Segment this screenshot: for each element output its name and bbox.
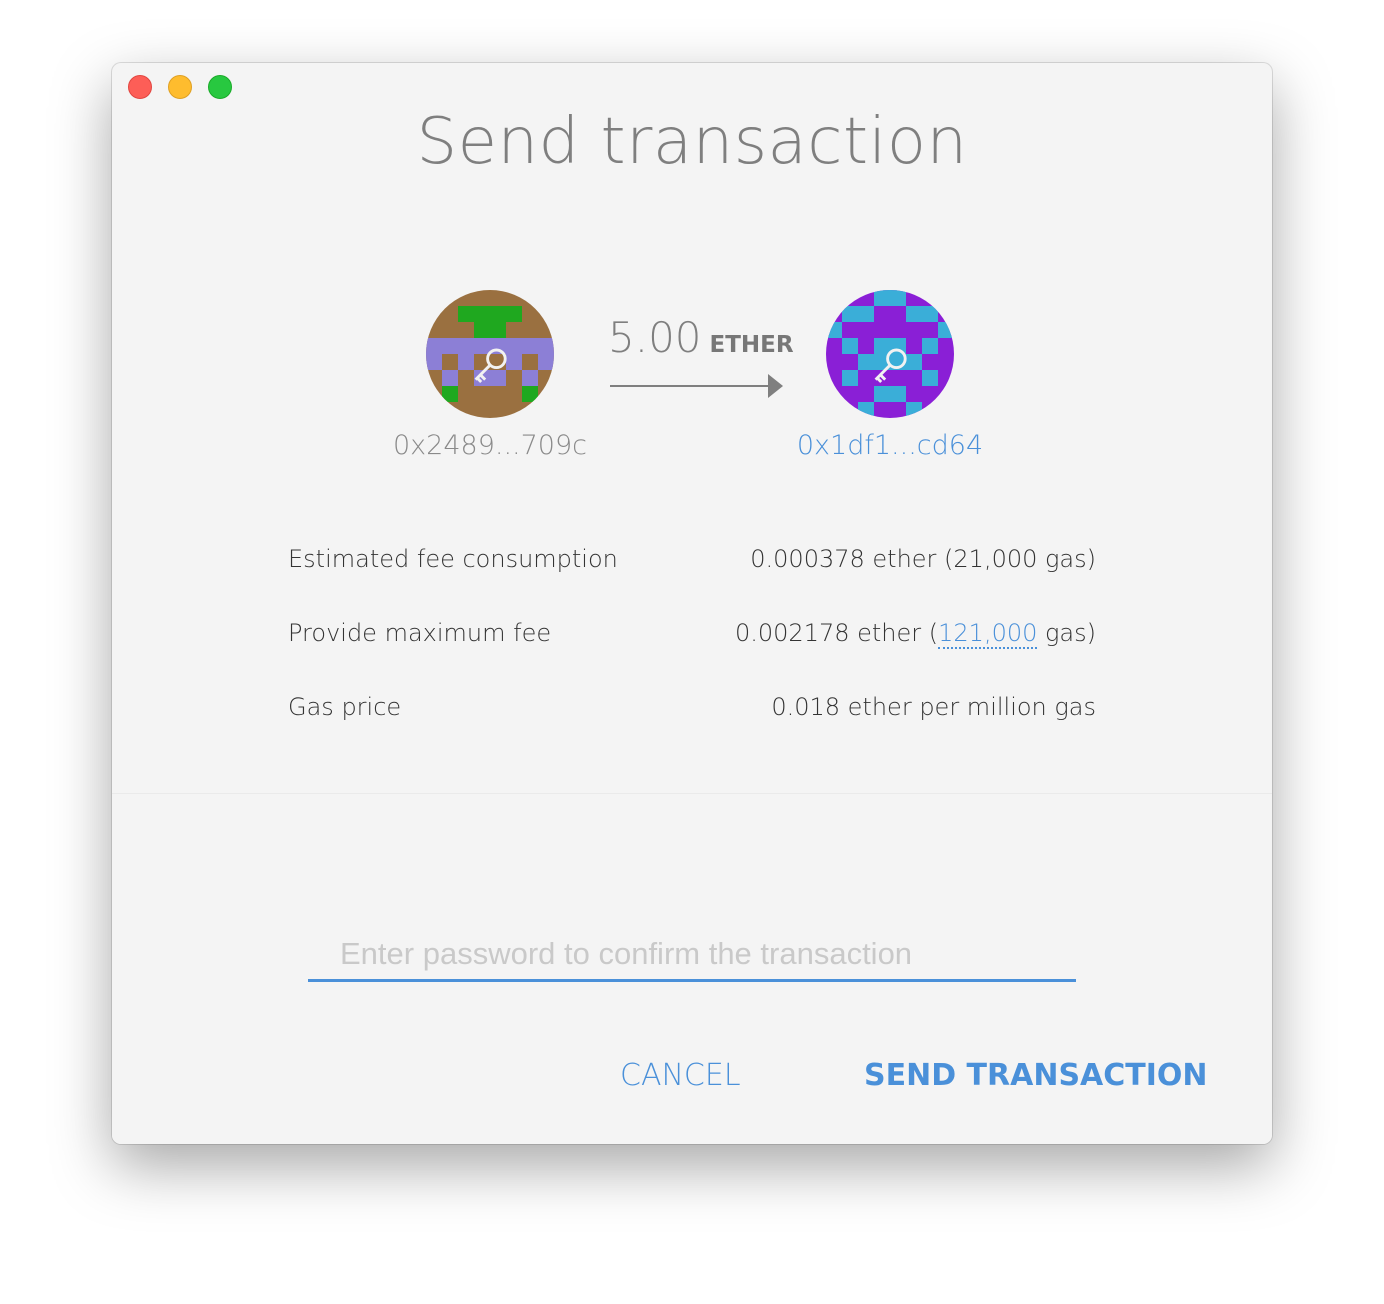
from-identicon-avatar bbox=[426, 290, 554, 418]
fee-details: Estimated fee consumption 0.000378 ether… bbox=[288, 545, 1096, 767]
gas-limit-link[interactable]: 121,000 bbox=[938, 619, 1038, 649]
fee-row-gas-price: Gas price 0.018 ether per million gas bbox=[288, 693, 1096, 767]
cancel-button[interactable]: CANCEL bbox=[620, 1058, 741, 1093]
maximum-fee-label: Provide maximum fee bbox=[288, 619, 552, 647]
fee-row-maximum: Provide maximum fee 0.002178 ether (121,… bbox=[288, 619, 1096, 693]
estimated-fee-value: 0.000378 ether (21,000 gas) bbox=[750, 545, 1096, 573]
to-identicon-avatar bbox=[826, 290, 954, 418]
page-title: Send transaction bbox=[416, 105, 968, 179]
maximum-fee-prefix: 0.002178 ether ( bbox=[734, 619, 939, 647]
transfer-amount: 5.00 ETHER bbox=[608, 313, 794, 362]
estimated-fee-label: Estimated fee consumption bbox=[288, 545, 618, 573]
close-button[interactable] bbox=[128, 75, 152, 99]
maximum-fee-value: 0.002178 ether (121,000 gas) bbox=[735, 619, 1096, 693]
send-transaction-button[interactable]: SEND TRANSACTION bbox=[864, 1058, 1208, 1093]
to-identicon bbox=[826, 290, 954, 418]
send-transaction-window: Send transaction 0x2489...709c 0x1df1...… bbox=[112, 63, 1272, 1144]
zoom-button[interactable] bbox=[208, 75, 232, 99]
from-address: 0x2489...709c bbox=[393, 430, 587, 461]
minimize-button[interactable] bbox=[168, 75, 192, 99]
window-controls bbox=[128, 75, 232, 99]
amount-unit: ETHER bbox=[709, 332, 794, 358]
gas-price-value: 0.018 ether per million gas bbox=[771, 693, 1096, 721]
password-input[interactable] bbox=[308, 928, 1076, 982]
fee-row-estimated: Estimated fee consumption 0.000378 ether… bbox=[288, 545, 1096, 619]
gas-price-label: Gas price bbox=[288, 693, 402, 721]
amount-value: 5.00 bbox=[608, 313, 702, 362]
from-identicon bbox=[426, 290, 554, 418]
maximum-fee-suffix: gas) bbox=[1037, 619, 1096, 647]
right-arrow-icon bbox=[610, 374, 783, 398]
to-address-link[interactable]: 0x1df1...cd64 bbox=[770, 430, 1010, 461]
